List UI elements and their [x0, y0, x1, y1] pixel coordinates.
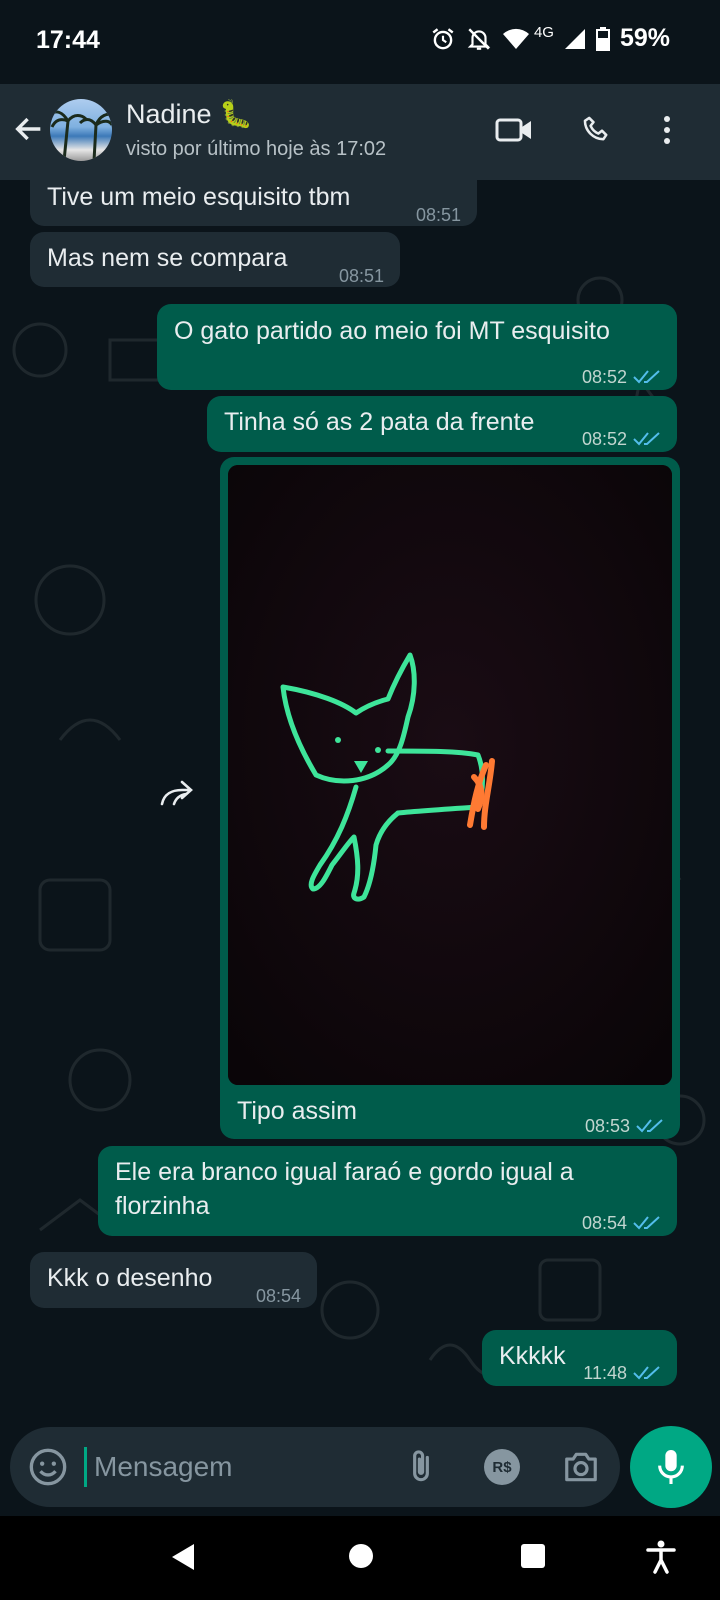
message-text: Tinha só as 2 pata da frente	[224, 408, 535, 436]
message-time: 08:53	[585, 1109, 664, 1143]
status-icons: 4G 59%	[430, 24, 670, 53]
message-text: Kkk o desenho	[47, 1264, 213, 1292]
message-time: 08:54	[582, 1206, 661, 1240]
read-receipt-icon	[633, 370, 660, 384]
image-caption: Tipo assim	[237, 1097, 357, 1125]
message-text: O gato partido ao meio foi MT esquisito	[174, 317, 610, 345]
attach-icon[interactable]	[402, 1447, 440, 1487]
back-arrow-icon[interactable]	[12, 112, 46, 146]
message-bubble-incoming[interactable]: Kkk o desenho 08:54	[30, 1252, 317, 1308]
battery-level: 59%	[619, 24, 670, 52]
phone-icon[interactable]	[580, 112, 614, 148]
message-text: Ele era branco igual faraó e gordo igual…	[115, 1158, 574, 1220]
message-time: 11:48	[583, 1356, 661, 1390]
alarm-icon	[432, 27, 454, 49]
message-text: Kkkkk	[499, 1342, 566, 1370]
message-time: 08:52	[582, 360, 661, 394]
battery-icon	[595, 26, 610, 51]
video-call-icon[interactable]	[494, 112, 534, 148]
chat-header: Nadine 🐛 visto por último hoje às 17:02	[0, 84, 720, 180]
chat-area[interactable]: Tive um meio esquisito tbm 08:51 Mas nem…	[0, 180, 720, 1410]
mic-icon	[658, 1450, 684, 1484]
image-message-bubble[interactable]: Tipo assim 08:53	[220, 457, 680, 1139]
message-bubble-outgoing[interactable]: Tinha só as 2 pata da frente 08:52	[207, 396, 677, 452]
message-time: 08:51	[338, 266, 384, 286]
message-bubble-incoming[interactable]: Mas nem se compara 08:51	[30, 232, 400, 287]
avatar[interactable]	[50, 99, 112, 161]
wifi-icon	[502, 28, 529, 49]
message-bubble-outgoing[interactable]: Ele era branco igual faraó e gordo igual…	[98, 1146, 677, 1236]
message-composer: R$	[10, 1427, 620, 1507]
read-receipt-icon	[636, 1119, 663, 1133]
message-text: Mas nem se compara	[47, 244, 288, 272]
status-time: 17:44	[36, 26, 100, 54]
forward-icon[interactable]	[160, 780, 196, 808]
message-bubble-incoming[interactable]: Tive um meio esquisito tbm 08:51	[30, 180, 477, 226]
system-nav-bar	[0, 1516, 720, 1600]
payment-icon[interactable]: R$	[484, 1449, 520, 1485]
message-input[interactable]	[94, 1439, 394, 1495]
voice-message-button[interactable]	[630, 1426, 712, 1508]
contact-last-seen: visto por último hoje às 17:02	[126, 138, 387, 160]
nav-recents-icon[interactable]	[519, 1542, 547, 1570]
message-time: 08:54	[255, 1286, 301, 1306]
contact-name[interactable]: Nadine 🐛	[126, 98, 253, 130]
cell-signal-icon	[564, 28, 585, 49]
message-bubble-outgoing[interactable]: Kkkkk 11:48	[482, 1330, 677, 1386]
message-text: Tive um meio esquisito tbm	[47, 183, 351, 211]
read-receipt-icon	[633, 432, 660, 446]
message-time: 08:52	[582, 422, 661, 456]
image-attachment[interactable]	[228, 465, 672, 1085]
text-cursor	[84, 1447, 87, 1487]
cat-drawing-image	[228, 465, 672, 1085]
accessibility-icon[interactable]	[646, 1540, 676, 1574]
read-receipt-icon	[633, 1366, 660, 1380]
message-bubble-outgoing[interactable]: O gato partido ao meio foi MT esquisito …	[157, 304, 677, 390]
nav-back-icon[interactable]	[170, 1542, 196, 1572]
emoji-icon[interactable]	[28, 1447, 68, 1487]
muted-bell-icon	[467, 27, 491, 50]
camera-icon[interactable]	[562, 1449, 600, 1485]
read-receipt-icon	[633, 1216, 660, 1230]
network-type: 4G	[533, 24, 554, 41]
message-time: 08:51	[415, 205, 461, 225]
nav-home-icon[interactable]	[347, 1542, 375, 1570]
more-vert-icon[interactable]	[660, 112, 674, 148]
status-bar: 17:44 4G 59%	[0, 0, 720, 84]
